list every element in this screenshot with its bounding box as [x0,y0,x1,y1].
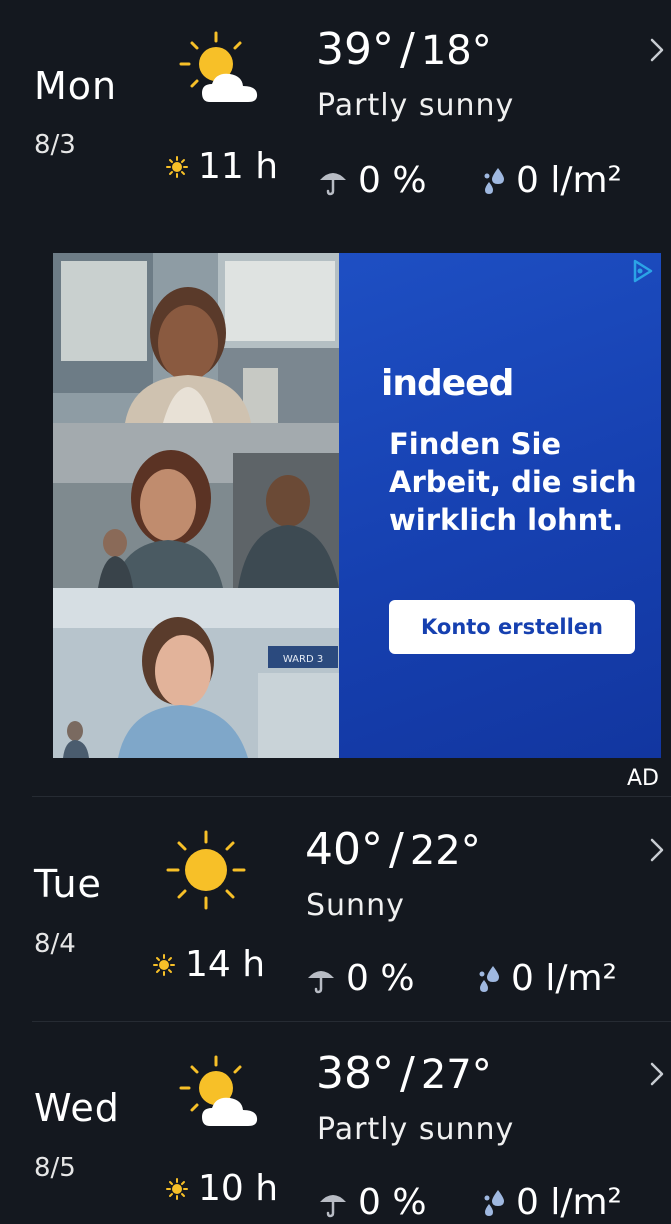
umbrella-icon [308,970,334,993]
condition-text: Partly sunny [317,88,515,123]
partly-sunny-icon [179,31,258,102]
umbrella-icon [320,172,346,195]
condition-text: Partly sunny [317,1112,515,1147]
rain-drops-icon [484,1189,504,1216]
divider [32,796,671,797]
sun-hours-value: 14 h [185,944,266,985]
divider [32,1021,671,1022]
advertisement-banner[interactable]: WARD 3 indeed Finden Sie Arbeit, die sic… [53,253,661,758]
ad-label: AD [627,766,659,791]
sun-hours: 14 h [153,944,265,985]
rain-amount: 0 l/m² [477,958,617,999]
umbrella-icon [320,1194,346,1217]
precip-chance: 0 % [306,958,415,999]
precip-chance-value: 0 % [358,1182,427,1223]
day-row-tue[interactable]: Tue 8/4 40°/22° Sunny 14 h 0 % 0 l/m² [0,800,671,1000]
temp-separator: / [400,24,415,75]
sun-hours: 10 h [166,1168,278,1209]
sun-small-icon [153,953,175,976]
ad-photo-sign-text: WARD 3 [283,654,323,665]
ad-headline: Finden Sie Arbeit, die sich wirklich loh… [389,427,637,537]
precip-chance-value: 0 % [346,958,415,999]
rain-amount: 0 l/m² [482,160,622,201]
sun-hours: 11 h [166,146,278,187]
ad-cta-button[interactable]: Konto erstellen [389,600,635,654]
high-temp: 39° [316,24,394,75]
low-temp: 22° [409,828,481,874]
condition-text: Sunny [306,888,405,923]
rain-amount-value: 0 l/m² [511,958,617,999]
chevron-right-icon[interactable] [650,38,664,62]
chevron-right-icon[interactable] [650,838,664,862]
low-temp: 27° [420,1052,492,1098]
precip-chance: 0 % [318,160,427,201]
day-name: Mon [34,64,118,108]
temp-separator: / [400,1048,415,1099]
high-temp: 40° [305,824,383,875]
rain-drops-icon [484,167,504,194]
day-name: Tue [34,862,102,906]
high-temp: 38° [316,1048,394,1099]
sunny-icon [166,830,246,910]
indeed-logo: indeed [381,363,514,404]
ad-choices-icon[interactable] [629,257,657,285]
sun-small-icon [166,1177,188,1200]
temperature-range: 39°/18° [316,24,492,75]
precip-chance-value: 0 % [358,160,427,201]
day-name: Wed [34,1086,120,1130]
day-row-mon[interactable]: Mon 8/3 39°/18° Partly sunny 11 h 0 % 0 … [0,0,671,201]
precip-chance: 0 % [318,1182,427,1223]
ad-content-panel[interactable]: indeed Finden Sie Arbeit, die sich wirkl… [339,253,661,758]
temperature-range: 38°/27° [316,1048,492,1099]
rain-amount: 0 l/m² [482,1182,622,1223]
chevron-right-icon[interactable] [650,1062,664,1086]
partly-sunny-icon [179,1055,258,1126]
day-date: 8/3 [34,130,76,160]
ad-photo-collage: WARD 3 [53,253,339,758]
day-date: 8/4 [34,929,76,959]
rain-drops-icon [479,965,499,992]
sun-hours-value: 11 h [198,146,279,187]
sun-hours-value: 10 h [198,1168,279,1209]
day-row-wed[interactable]: Wed 8/5 38°/27° Partly sunny 10 h 0 % 0 … [0,1024,671,1224]
rain-amount-value: 0 l/m² [516,1182,622,1223]
day-date: 8/5 [34,1153,76,1183]
rain-amount-value: 0 l/m² [516,160,622,201]
temp-separator: / [389,824,404,875]
sun-small-icon [166,155,188,178]
temperature-range: 40°/22° [305,824,481,875]
low-temp: 18° [420,28,492,74]
